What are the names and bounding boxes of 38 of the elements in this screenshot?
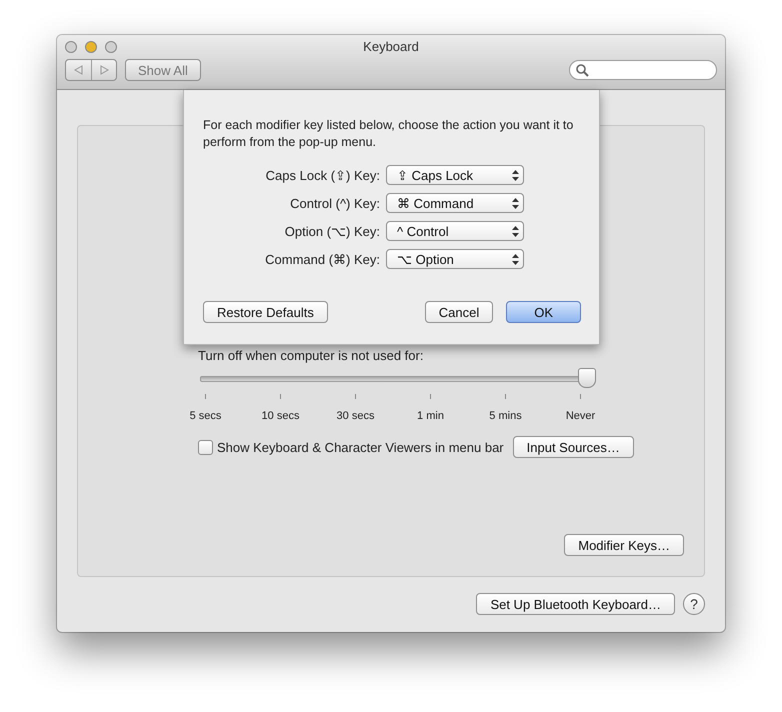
- updown-arrows-icon: [512, 198, 519, 208]
- action-popup[interactable]: ⌘ Command: [386, 193, 524, 213]
- bluetooth-keyboard-button[interactable]: Set Up Bluetooth Keyboard…: [476, 593, 675, 615]
- slider-thumb[interactable]: [578, 368, 596, 388]
- tick-label: 10 secs: [262, 410, 300, 422]
- ok-button[interactable]: OK: [506, 301, 581, 323]
- search-icon: [576, 64, 589, 76]
- instructions-text: For each modifier key listed below, choose the action you want it to perform from the pop-up menu.: [203, 117, 574, 151]
- input-sources-button[interactable]: Input Sources…: [512, 436, 634, 458]
- tick-label: 5 mins: [489, 410, 522, 422]
- dialog-button[interactable]: Cancel: [424, 301, 494, 323]
- left-triangle-icon: [74, 65, 83, 75]
- action-popup[interactable]: ⌥ Option: [386, 249, 524, 269]
- window-control-icon[interactable]: [105, 40, 117, 52]
- tick-label: 5 secs: [190, 410, 222, 422]
- modifier-key-label: Caps Lock (⇪) Key:: [264, 168, 380, 182]
- search-field[interactable]: [569, 60, 717, 80]
- modifier-key-label: Control (^) Key:: [289, 196, 380, 210]
- window-control-icon[interactable]: [85, 40, 97, 52]
- modifier-key-label: Option (⌥) Key:: [284, 224, 380, 238]
- checkbox-label: Show Keyboard & Character Viewers in menu bar: [217, 440, 504, 454]
- dialog-button[interactable]: Restore Defaults: [203, 301, 328, 323]
- action-popup[interactable]: ⇪ Caps Lock: [386, 165, 524, 185]
- updown-arrows-icon: [512, 170, 519, 180]
- window-title: Keyboard: [363, 39, 419, 54]
- right-triangle-icon: [100, 65, 108, 75]
- tick-label: 30 secs: [336, 410, 374, 422]
- help-button[interactable]: ?: [683, 593, 705, 615]
- action-popup[interactable]: ^ Control: [386, 221, 524, 241]
- tick-label: 1 min: [417, 410, 444, 422]
- slider-label: Turn off when computer is not used for:: [198, 348, 424, 364]
- tick-label: Never: [566, 410, 596, 422]
- updown-arrows-icon: [512, 226, 519, 236]
- window-control-icon[interactable]: [65, 40, 77, 52]
- checkbox[interactable]: [198, 440, 213, 454]
- modifier-key-label: Command (⌘) Key:: [264, 252, 380, 266]
- updown-arrows-icon: [512, 254, 519, 264]
- modifier-keys-button[interactable]: Modifier Keys…: [564, 534, 684, 556]
